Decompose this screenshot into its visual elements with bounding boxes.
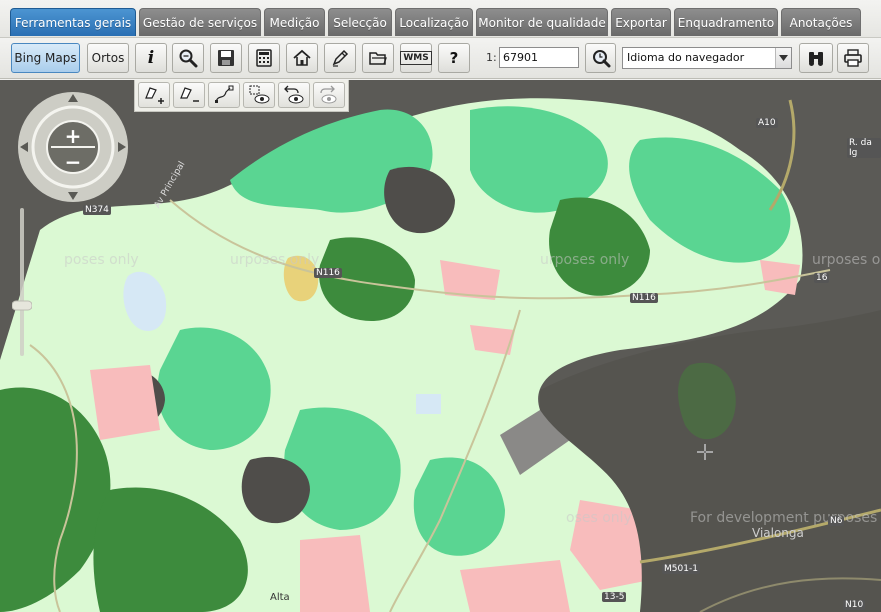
redo-view-button[interactable] [313, 82, 345, 108]
help-button[interactable]: ? [438, 43, 470, 73]
zone-pink-1 [90, 365, 160, 440]
chevron-down-icon[interactable] [775, 48, 791, 68]
map-watermark: urposes only [230, 252, 320, 268]
place-label: Alta [270, 592, 290, 603]
tab-enquadramento[interactable]: Enquadramento [674, 8, 778, 36]
pen-button[interactable] [324, 43, 356, 73]
select-view-icon [249, 85, 270, 104]
undo-view-button[interactable] [278, 82, 310, 108]
info-button[interactable]: i [135, 43, 167, 73]
map-watermark: urposes only [540, 252, 630, 268]
add-polygon-icon [145, 87, 164, 104]
calculator-icon [256, 49, 272, 67]
print-button[interactable] [837, 43, 869, 73]
binoculars-icon [809, 52, 823, 66]
road-label: R. da Ig [847, 138, 881, 158]
tab-list: Ferramentas gerais Gestão de serviços Me… [10, 8, 861, 36]
scale-zoom-icon [592, 50, 610, 68]
remove-polygon-button[interactable] [173, 82, 205, 108]
wms-button[interactable]: WMS [400, 43, 432, 73]
ortos-button[interactable]: Ortos [87, 43, 129, 73]
crosshair-cursor-icon [697, 444, 713, 460]
road-label: N116 [630, 293, 658, 303]
land-use-map [0, 80, 881, 612]
tab-localizacao[interactable]: Localização [395, 8, 473, 36]
tab-monitor-de-qualidade[interactable]: Monitor de qualidade [476, 8, 608, 36]
bing-maps-button[interactable]: Bing Maps [11, 43, 80, 73]
wms-icon: WMS [400, 51, 432, 65]
road-label: N6 [828, 516, 845, 526]
calculator-button[interactable] [248, 43, 280, 73]
tab-gestao-de-servicos[interactable]: Gestão de serviços [139, 8, 261, 36]
road-label: 13-5 [602, 592, 627, 602]
info-icon: i [147, 48, 155, 68]
language-select[interactable]: Idioma do navegador [622, 47, 792, 69]
draw-line-icon [215, 85, 234, 103]
home-icon [293, 49, 311, 66]
home-button[interactable] [286, 43, 318, 73]
zoom-search-icon [179, 49, 198, 68]
road-label: 16 [814, 273, 830, 283]
zoom-out-button[interactable]: − [64, 150, 82, 174]
redo-view-icon [320, 85, 337, 104]
tab-ferramentas-gerais[interactable]: Ferramentas gerais [10, 8, 136, 36]
pan-zoom-control: + − [16, 90, 130, 204]
remove-polygon-icon [180, 87, 199, 102]
folder-button[interactable] [362, 43, 394, 73]
tab-medicao[interactable]: Medição [264, 8, 325, 36]
zoom-in-button[interactable]: + [64, 124, 82, 148]
pen-icon [332, 49, 349, 67]
scale-input[interactable] [499, 47, 579, 68]
main-toolbar: Bing Maps Ortos i WMS ? 1: 67901 Idioma … [0, 38, 881, 79]
zoom-search-button[interactable] [172, 43, 204, 73]
water-body-2 [416, 394, 441, 414]
map-watermark: For development purposes o [690, 510, 881, 526]
place-label: Vialonga [752, 526, 804, 540]
edit-toolbar [134, 80, 349, 112]
road-label: N10 [843, 600, 866, 610]
language-select-value: Idioma do navegador [627, 51, 745, 64]
help-icon: ? [449, 49, 459, 67]
road-label: A10 [756, 118, 778, 128]
binoculars-button[interactable] [799, 43, 833, 73]
scale-prefix: 1: [486, 51, 497, 64]
print-icon [844, 49, 862, 67]
road-label: M501-1 [662, 564, 700, 574]
tab-exportar[interactable]: Exportar [611, 8, 671, 36]
road-label: N116 [314, 268, 342, 278]
map-canvas[interactable]: poses only urposes only urposes only urp… [0, 80, 881, 612]
save-button[interactable] [210, 43, 242, 73]
tab-anotacoes[interactable]: Anotações [781, 8, 861, 36]
zoom-slider[interactable] [11, 208, 33, 356]
map-watermark: poses only [64, 252, 139, 268]
scale-zoom-button[interactable] [585, 43, 616, 73]
zoom-slider-handle[interactable] [11, 300, 33, 311]
road-label: N374 [83, 205, 111, 215]
zone-pink-6 [300, 535, 370, 612]
undo-view-icon [284, 85, 304, 104]
select-view-button[interactable] [243, 82, 275, 108]
map-watermark: oses only [566, 510, 632, 526]
draw-line-button[interactable] [208, 82, 240, 108]
app-window: Ferramentas gerais Gestão de serviços Me… [0, 0, 881, 612]
map-watermark: urposes o [812, 252, 881, 268]
tab-bar: Ferramentas gerais Gestão de serviços Me… [0, 0, 881, 38]
add-polygon-button[interactable] [138, 82, 170, 108]
tab-seleccao[interactable]: Selecção [328, 8, 392, 36]
save-icon [218, 50, 234, 66]
folder-icon [369, 52, 387, 65]
